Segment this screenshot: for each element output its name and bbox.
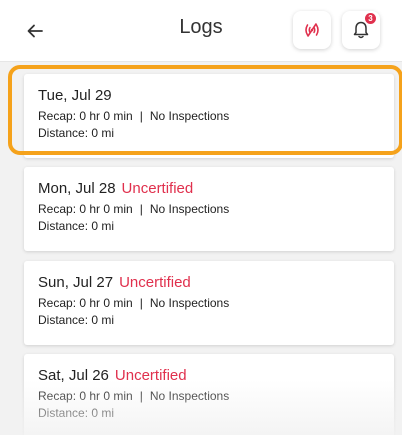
log-inspections: No Inspections [149,389,230,403]
log-date: Tue, Jul 29 [38,87,112,104]
log-recap-row: Recap: 0 hr 0 min | No Inspections [38,388,394,404]
log-title-row: Sat, Jul 26 Uncertified [38,367,394,385]
log-inspections: No Inspections [149,296,230,310]
log-recap-row: Recap: 0 hr 0 min | No Inspections [38,201,394,217]
log-date: Sun, Jul 27 [38,274,114,291]
logs-list[interactable]: Tue, Jul 29 Recap: 0 hr 0 min | No Inspect… [0,62,402,435]
log-separator: | [139,202,143,216]
log-recap-row: Recap: 0 hr 0 min | No Inspections [38,108,394,124]
log-recap: Recap: 0 hr 0 min [38,389,133,403]
log-card-tue-jul-29[interactable]: Tue, Jul 29 Recap: 0 hr 0 min | No Inspect… [24,74,394,158]
log-date: Sat, Jul 26 [38,367,109,384]
log-card-sat-jul-26[interactable]: Sat, Jul 26 Uncertified Recap: 0 hr 0 min… [24,354,394,435]
log-title-row: Sun, Jul 27 Uncertified [38,274,394,292]
log-inspections: No Inspections [149,109,230,123]
log-separator: | [139,109,143,123]
connection-status-button[interactable] [293,11,331,49]
log-status: Uncertified [119,274,191,291]
log-distance: Distance: 0 mi [38,219,115,233]
back-button[interactable] [22,18,48,44]
log-recap: Recap: 0 hr 0 min [38,296,133,310]
notification-badge: 3 [365,13,376,24]
notifications-button[interactable]: 3 [342,11,380,49]
log-distance: Distance: 0 mi [38,406,115,420]
log-status: Uncertified [114,367,187,384]
log-recap-row: Recap: 0 hr 0 min | No Inspections [38,295,394,311]
log-title-row: Mon, Jul 28 Uncertified [38,180,394,198]
log-recap: Recap: 0 hr 0 min [38,202,133,216]
log-separator: | [139,296,143,310]
log-status: Uncertified [121,180,194,197]
log-card-mon-jul-28[interactable]: Mon, Jul 28 Uncertified Recap: 0 hr 0 min… [24,167,394,251]
log-inspections: No Inspections [149,202,230,216]
log-separator: | [139,389,143,403]
signal-wave-icon [305,23,319,37]
log-distance: Distance: 0 mi [38,126,115,140]
log-title-row: Tue, Jul 29 [38,87,394,105]
log-date: Mon, Jul 28 [38,180,116,197]
log-distance: Distance: 0 mi [38,313,115,327]
log-recap: Recap: 0 hr 0 min [38,109,133,123]
arrow-left-icon [27,24,43,38]
log-card-sun-jul-27[interactable]: Sun, Jul 27 Uncertified Recap: 0 hr 0 min… [24,261,394,345]
app-header: Logs 3 [0,0,402,62]
